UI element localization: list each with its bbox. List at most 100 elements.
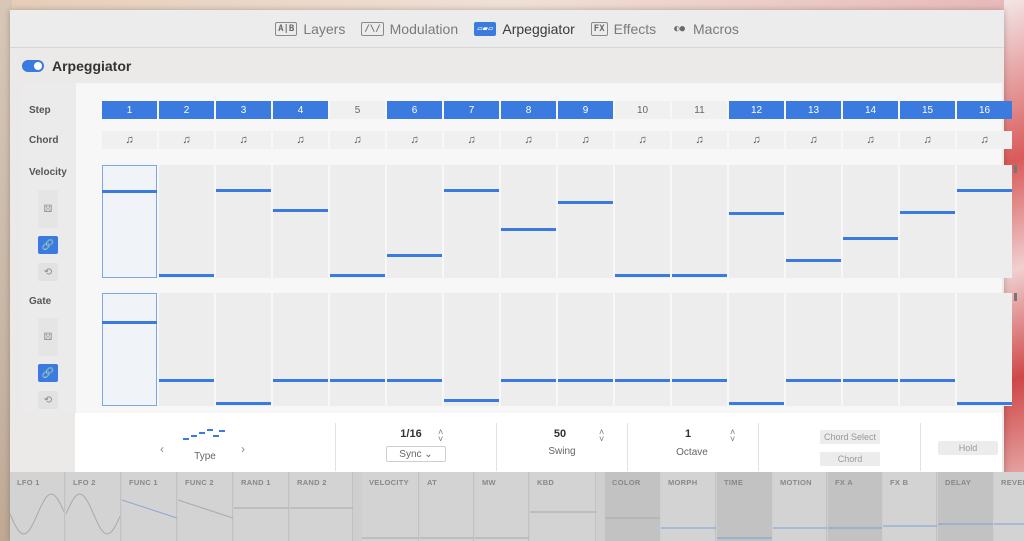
step-toggle[interactable]: 10 [615,101,670,119]
chord-note-icon[interactable]: ♫ [957,131,1012,149]
velocity-step-cell[interactable] [900,165,955,278]
step-toggle[interactable]: 5 [330,101,385,119]
mod-source-rand-2[interactable]: RAND 2 [290,472,353,541]
velocity-level-bar[interactable] [501,228,556,231]
chord-note-icon[interactable]: ♫ [900,131,955,149]
velocity-step-cell[interactable] [501,165,556,278]
velocity-step-cell[interactable] [558,165,613,278]
mod-source-reverb[interactable]: REVERB [994,472,1024,541]
gate-level-bar[interactable] [900,379,955,382]
step-toggle[interactable]: 8 [501,101,556,119]
step-toggle[interactable]: 9 [558,101,613,119]
chord-note-icon[interactable]: ♫ [501,131,556,149]
mod-source-fx-a[interactable]: FX A [828,472,882,541]
velocity-reset-button[interactable]: ⟲ [38,263,58,281]
swing-stepper[interactable]: ˄ ˅ [599,428,604,444]
step-toggle[interactable]: 6 [387,101,442,119]
gate-step-cell[interactable] [900,293,955,406]
chord-note-icon[interactable]: ♫ [273,131,328,149]
velocity-level-bar[interactable] [330,274,385,277]
step-toggle[interactable]: 14 [843,101,898,119]
sync-dropdown[interactable]: Sync ⌄ [386,446,446,462]
octave-value[interactable]: 1 [681,428,695,440]
step-toggle[interactable]: 16 [957,101,1012,119]
velocity-step-cell[interactable] [729,165,784,278]
velocity-level-bar[interactable] [615,274,670,277]
mod-source-func-1[interactable]: FUNC 1 [122,472,177,541]
velocity-step-cell[interactable] [957,165,1012,278]
gate-link-button[interactable]: 🔗 [38,364,58,382]
mod-source-motion[interactable]: MOTION [773,472,827,541]
gate-level-bar[interactable] [501,379,556,382]
gate-level-bar[interactable] [387,379,442,382]
velocity-step-cell[interactable] [672,165,727,278]
step-toggle[interactable]: 7 [444,101,499,119]
chord-note-icon[interactable]: ♫ [786,131,841,149]
rate-stepper[interactable]: ˄ ˅ [438,428,443,444]
mod-source-fx-b[interactable]: FX B [883,472,937,541]
velocity-randomize-button[interactable]: ⚄ [38,190,58,228]
mod-source-velocity[interactable]: VELOCITY [362,472,419,541]
step-toggle[interactable]: 13 [786,101,841,119]
gate-step-cell[interactable] [387,293,442,406]
velocity-level-bar[interactable] [159,274,214,277]
arp-type-icon[interactable] [183,426,227,442]
gate-step-cell[interactable] [330,293,385,406]
velocity-level-bar[interactable] [387,254,442,257]
step-toggle[interactable]: 15 [900,101,955,119]
velocity-scroll-handle[interactable] [1014,165,1017,173]
velocity-level-bar[interactable] [444,189,499,192]
gate-level-bar[interactable] [558,379,613,382]
hold-button[interactable]: Hold [938,441,998,455]
type-next-arrow[interactable]: › [241,442,245,456]
octave-stepper[interactable]: ˄ ˅ [730,428,735,444]
gate-level-bar[interactable] [216,402,271,405]
mod-source-color[interactable]: COLOR [605,472,660,541]
gate-level-bar[interactable] [729,402,784,405]
gate-step-cell[interactable] [444,293,499,406]
gate-level-bar[interactable] [615,379,670,382]
gate-step-cell[interactable] [615,293,670,406]
tab-arpeggiator[interactable]: ▱▰▱ Arpeggiator [474,21,575,37]
type-prev-arrow[interactable]: ‹ [160,442,164,456]
mod-source-time[interactable]: TIME [717,472,772,541]
velocity-step-cell[interactable] [444,165,499,278]
mod-source-mw[interactable]: MW [475,472,529,541]
velocity-level-bar[interactable] [102,190,157,193]
step-toggle[interactable]: 1 [102,101,157,119]
gate-step-cell[interactable] [501,293,556,406]
gate-scroll-handle[interactable] [1014,293,1017,301]
velocity-step-cell[interactable] [387,165,442,278]
tab-effects[interactable]: FX Effects [590,21,656,37]
mod-source-at[interactable]: AT [420,472,474,541]
arpeggiator-enable-toggle[interactable] [22,60,44,72]
step-toggle[interactable]: 11 [672,101,727,119]
gate-step-cell[interactable] [957,293,1012,406]
gate-level-bar[interactable] [786,379,841,382]
gate-step-cell[interactable] [159,293,214,406]
chord-note-icon[interactable]: ♫ [672,131,727,149]
gate-step-cell[interactable] [558,293,613,406]
velocity-step-cell[interactable] [216,165,271,278]
velocity-level-bar[interactable] [786,259,841,262]
velocity-level-bar[interactable] [672,274,727,277]
gate-level-bar[interactable] [330,379,385,382]
gate-level-bar[interactable] [102,321,157,324]
velocity-step-cell[interactable] [615,165,670,278]
gate-level-bar[interactable] [273,379,328,382]
mod-source-lfo-1[interactable]: LFO 1 [10,472,65,541]
chord-note-icon[interactable]: ♫ [843,131,898,149]
velocity-level-bar[interactable] [558,201,613,204]
chord-note-icon[interactable]: ♫ [330,131,385,149]
mod-source-kbd[interactable]: KBD [530,472,596,541]
tab-layers[interactable]: A|B Layers [275,21,345,37]
gate-level-bar[interactable] [444,399,499,402]
chord-note-icon[interactable]: ♫ [558,131,613,149]
velocity-step-cell[interactable] [330,165,385,278]
gate-level-bar[interactable] [159,379,214,382]
velocity-step-cell[interactable] [102,165,157,278]
velocity-step-cell[interactable] [786,165,841,278]
chord-note-icon[interactable]: ♫ [102,131,157,149]
mod-source-rand-1[interactable]: RAND 1 [234,472,289,541]
mod-source-lfo-2[interactable]: LFO 2 [66,472,121,541]
